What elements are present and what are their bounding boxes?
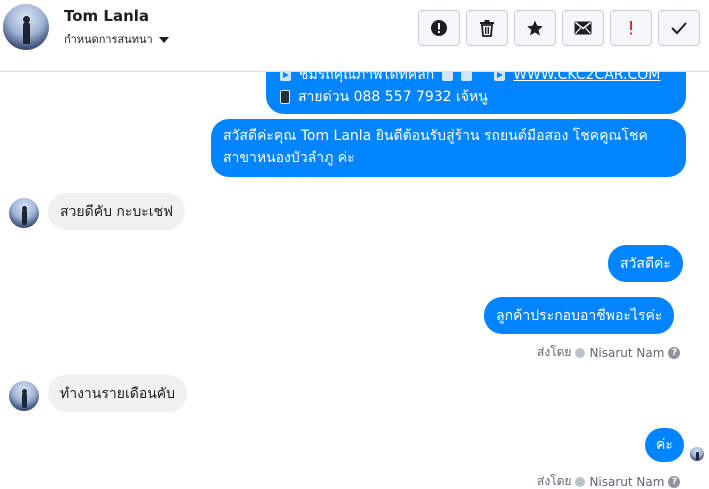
trash-icon xyxy=(480,20,494,37)
mark-done-button[interactable] xyxy=(658,10,700,46)
message-outgoing[interactable]: ลูกค้าประกอบอาชีพอะไรค่ะ xyxy=(484,297,675,334)
seen-avatar xyxy=(690,447,704,461)
chevron-down-icon xyxy=(158,36,169,43)
conversation-options[interactable]: กำหนดการสนทนา xyxy=(64,30,169,48)
phone-icon xyxy=(280,90,290,104)
contact-name[interactable]: Tom Lanla xyxy=(64,7,149,25)
help-icon[interactable]: ? xyxy=(668,346,681,359)
mark-unread-button[interactable] xyxy=(562,10,604,46)
important-icon xyxy=(630,21,632,35)
message-outgoing[interactable]: สวัสดีค่ะ xyxy=(608,245,683,282)
sent-by-agent[interactable]: Nisarut Nam xyxy=(589,346,664,360)
promo-line-2: สายด่วน 088 557 7932 เจ้หนู xyxy=(280,86,672,108)
sent-by-label: ส่งโดย xyxy=(537,345,572,359)
message-outgoing-welcome[interactable]: สวัสดีค่ะคุณ Tom Lanla ยินดีต้อนรับสู่ร้… xyxy=(211,119,686,177)
message-text: ลูกค้าประกอบอาชีพอะไรค่ะ xyxy=(496,308,663,324)
check-icon xyxy=(671,22,687,35)
conversation-options-label: กำหนดการสนทนา xyxy=(64,33,153,46)
agent-avatar-icon xyxy=(575,347,586,358)
sent-by-info: ส่งโดย Nisarut Nam ? xyxy=(537,343,681,362)
agent-avatar-icon xyxy=(575,476,586,487)
sent-by-agent[interactable]: Nisarut Nam xyxy=(589,475,664,489)
message-incoming[interactable]: ทำงานรายเดือนคับ xyxy=(48,375,188,412)
star-button[interactable] xyxy=(514,10,556,46)
promo-hotline: สายด่วน 088 557 7932 เจ้หนู xyxy=(298,89,488,105)
messenger-page: Tom Lanla กำหนดการสนทนา ชมรถคุณภาพได้ที่… xyxy=(0,0,709,489)
message-text: ค่ะ xyxy=(656,437,673,453)
sent-by-label: ส่งโดย xyxy=(537,474,572,488)
contact-avatar-small[interactable] xyxy=(9,381,39,411)
star-icon xyxy=(527,20,543,36)
message-incoming[interactable]: สวยดีคับ กะบะเชฟ xyxy=(48,193,186,230)
contact-avatar[interactable] xyxy=(3,4,49,50)
report-icon xyxy=(431,20,447,36)
sent-by-info: ส่งโดย Nisarut Nam ? xyxy=(537,472,681,489)
message-text: ทำงานรายเดือนคับ xyxy=(60,386,176,402)
help-icon[interactable]: ? xyxy=(668,475,681,488)
mark-important-button[interactable] xyxy=(610,10,652,46)
conversation-header: Tom Lanla กำหนดการสนทนา xyxy=(0,0,709,72)
message-text: สวัสดีค่ะ xyxy=(620,256,671,272)
message-text: สวยดีคับ กะบะเชฟ xyxy=(60,204,174,220)
report-button[interactable] xyxy=(418,10,460,46)
delete-button[interactable] xyxy=(466,10,508,46)
message-text: สวัสดีค่ะคุณ Tom Lanla ยินดีต้อนรับสู่ร้… xyxy=(223,128,648,166)
message-outgoing[interactable]: ค่ะ xyxy=(645,428,684,462)
envelope-icon xyxy=(574,21,592,35)
contact-avatar-small[interactable] xyxy=(9,198,39,228)
